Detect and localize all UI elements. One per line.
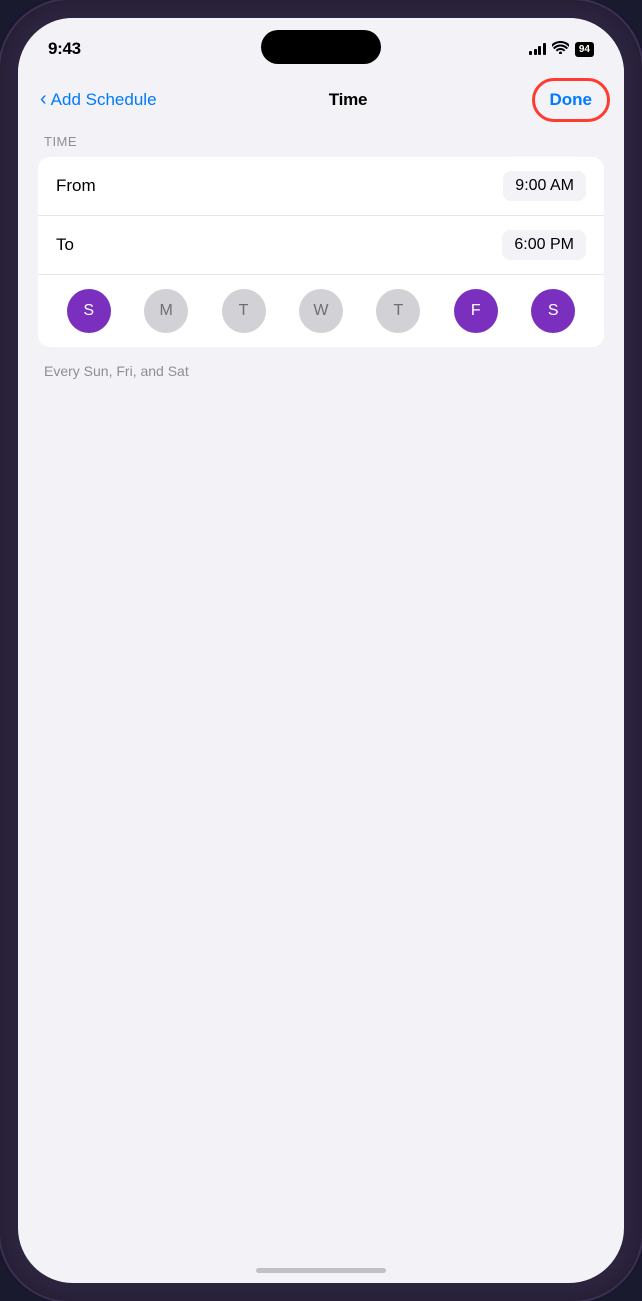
time-card: From 9:00 AM To 6:00 PM S M	[38, 157, 604, 347]
dynamic-island	[261, 30, 381, 64]
to-value[interactable]: 6:00 PM	[502, 230, 586, 260]
days-row: S M T W T F	[38, 274, 604, 347]
done-circle-highlight	[532, 78, 611, 122]
back-label: Add Schedule	[51, 90, 157, 110]
from-row[interactable]: From 9:00 AM	[38, 157, 604, 215]
day-tuesday[interactable]: T	[222, 289, 266, 333]
phone-screen: 9:43 94	[18, 18, 624, 1283]
day-monday[interactable]: M	[144, 289, 188, 333]
wifi-icon	[552, 41, 569, 57]
page-title: Time	[329, 90, 368, 110]
status-time: 9:43	[48, 39, 81, 59]
day-friday[interactable]: F	[454, 289, 498, 333]
from-value[interactable]: 9:00 AM	[503, 171, 586, 201]
battery-icon: 94	[575, 42, 594, 57]
phone-frame: 9:43 94	[0, 0, 642, 1301]
day-thursday[interactable]: T	[376, 289, 420, 333]
home-indicator	[256, 1268, 386, 1273]
back-button[interactable]: ‹ Add Schedule	[40, 89, 157, 111]
nav-bar: ‹ Add Schedule Time Done	[18, 72, 624, 126]
back-chevron-icon: ‹	[40, 88, 47, 111]
content-area: TIME From 9:00 AM To 6:00 PM S	[18, 126, 624, 387]
status-icons: 94	[529, 41, 594, 57]
from-label: From	[56, 176, 96, 196]
day-saturday[interactable]: S	[531, 289, 575, 333]
schedule-description: Every Sun, Fri, and Sat	[38, 357, 604, 379]
to-row[interactable]: To 6:00 PM	[38, 215, 604, 274]
to-label: To	[56, 235, 74, 255]
day-sunday[interactable]: S	[67, 289, 111, 333]
section-label: TIME	[38, 134, 604, 149]
signal-icon	[529, 43, 546, 55]
done-button[interactable]: Done	[540, 84, 603, 116]
day-wednesday[interactable]: W	[299, 289, 343, 333]
